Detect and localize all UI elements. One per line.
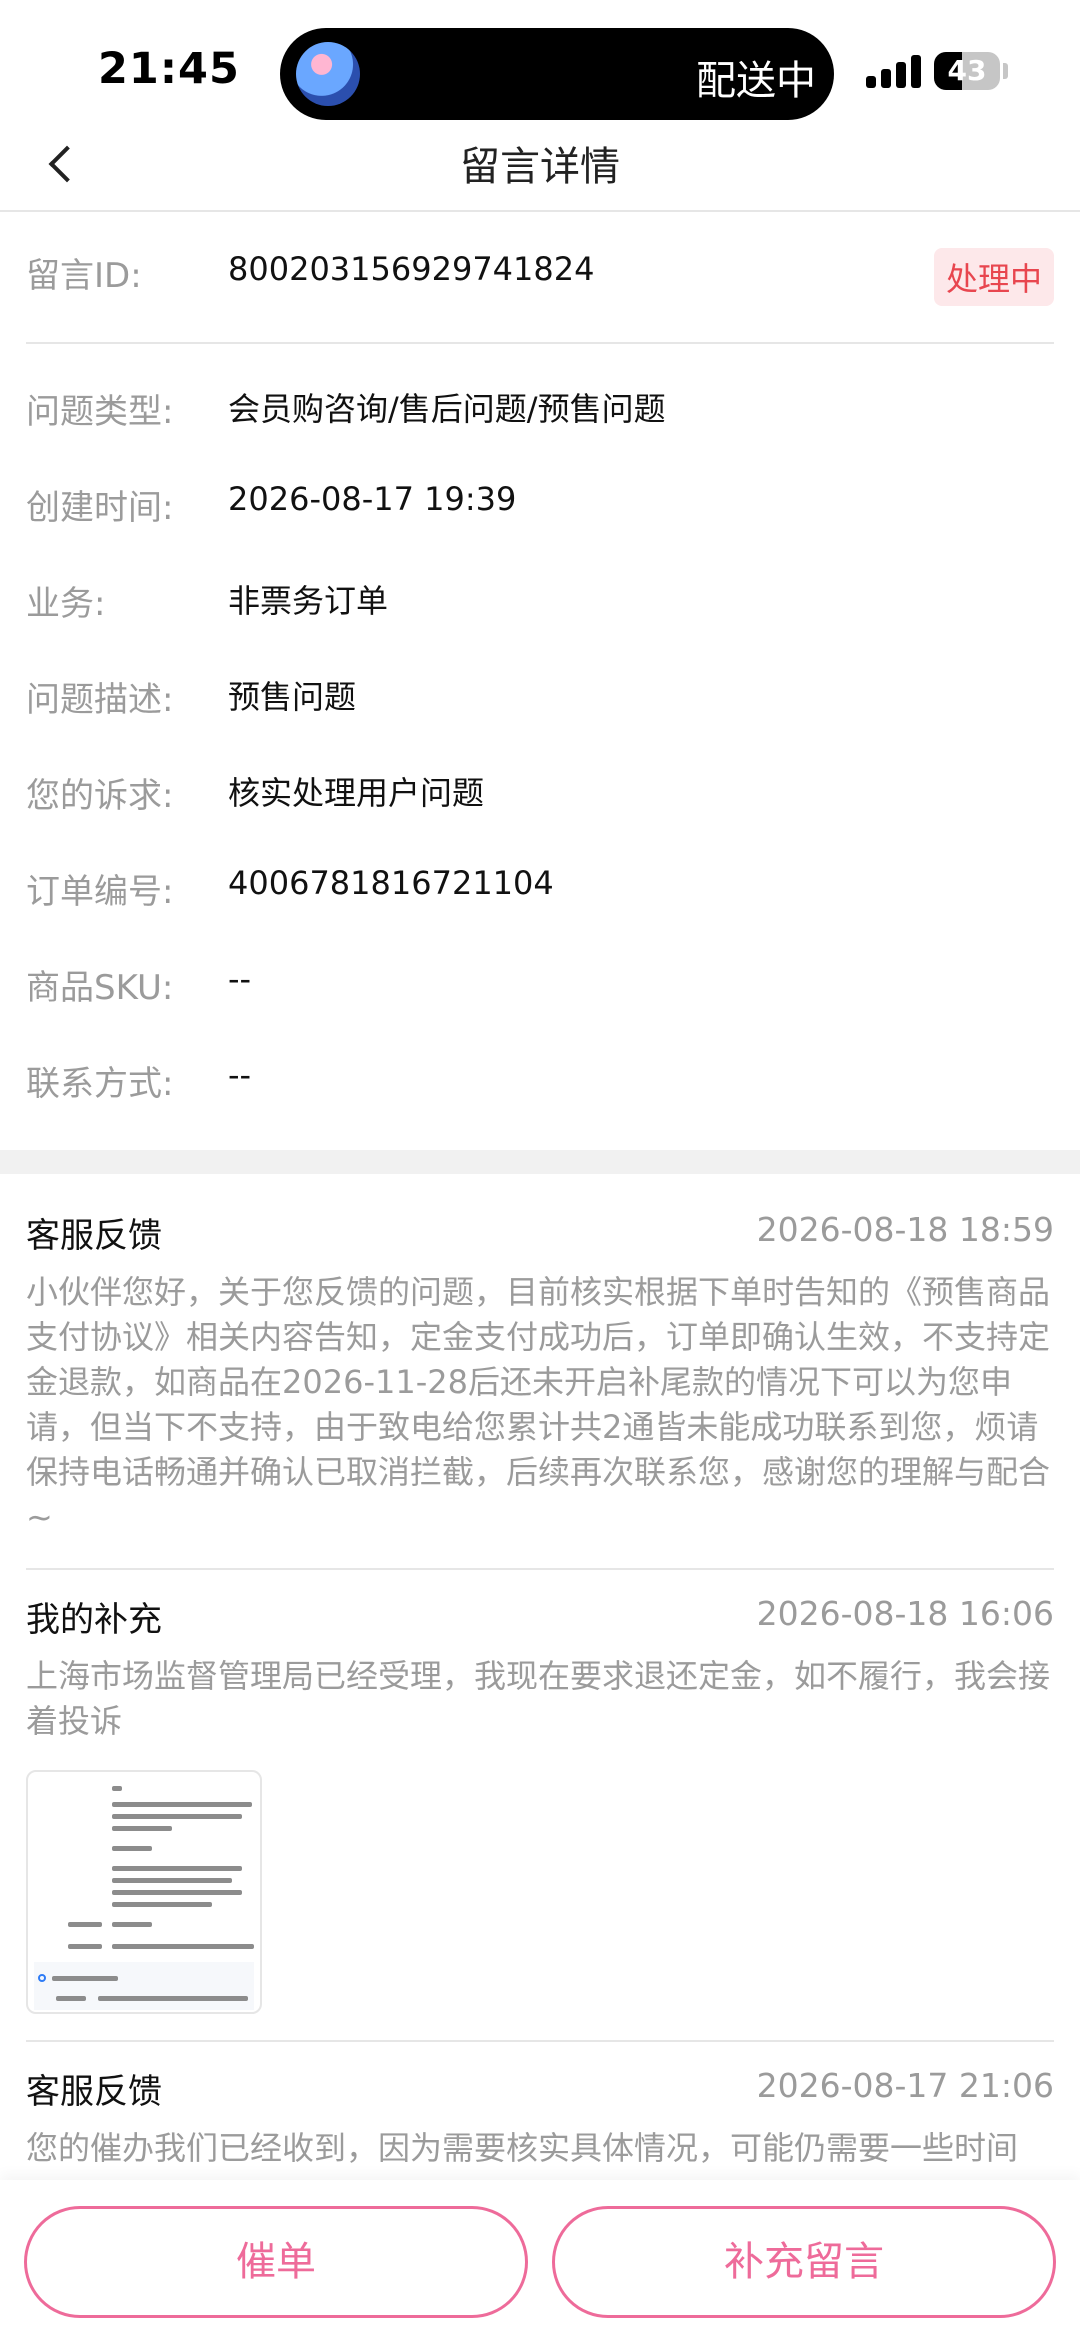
field-label: 订单编号:	[26, 872, 174, 912]
field-row: 问题类型: 会员购咨询/售后问题/预售问题	[26, 378, 1054, 438]
feedback-entry: 客服反馈 2026-08-17 21:06 您的催办我们已经收到，因为需要核实具…	[26, 2064, 1054, 2184]
field-label: 问题描述:	[26, 680, 174, 720]
attachment-thumbnail[interactable]	[26, 1770, 262, 2014]
message-id-label: 留言ID:	[26, 256, 142, 296]
divider	[26, 1568, 1054, 1570]
divider	[26, 2040, 1054, 2042]
signal-icon	[866, 52, 926, 88]
section-separator	[0, 1150, 1080, 1174]
status-bar: 21:45 配送中 43	[0, 0, 1080, 130]
field-row: 联系方式: --	[26, 1050, 1054, 1110]
field-value: 会员购咨询/售后问题/预售问题	[228, 390, 666, 428]
message-id-value: 800203156929741824	[228, 250, 595, 288]
urge-button[interactable]: 催单	[24, 2206, 528, 2318]
field-label: 您的诉求:	[26, 776, 174, 816]
message-id-row: 留言ID: 800203156929741824 处理中	[26, 240, 1054, 344]
field-label: 业务:	[26, 584, 106, 624]
feedback-entry: 客服反馈 2026-08-18 18:59 小伙伴您好，关于您反馈的问题，目前核…	[26, 1208, 1054, 1548]
feedback-time: 2026-08-18 16:06	[756, 1594, 1054, 1633]
field-row: 创建时间: 2026-08-17 19:39	[26, 474, 1054, 534]
attachment-footer	[34, 1962, 254, 2010]
feedback-title: 客服反馈	[26, 2072, 162, 2112]
field-row: 业务: 非票务订单	[26, 570, 1054, 630]
field-row: 您的诉求: 核实处理用户问题	[26, 762, 1054, 822]
field-row: 订单编号: 4006781816721104	[26, 858, 1054, 918]
field-label: 联系方式:	[26, 1064, 174, 1104]
feedback-body: 上海市场监督管理局已经受理，我现在要求退还定金，如不履行，我会接着投诉	[26, 1657, 1051, 1740]
field-value: 预售问题	[228, 678, 357, 716]
message-info-section: 留言ID: 800203156929741824 处理中 问题类型: 会员购咨询…	[0, 214, 1080, 1150]
feedback-title: 我的补充	[26, 1600, 162, 1640]
field-value: --	[228, 960, 252, 998]
battery-cap	[1003, 63, 1008, 79]
avatar-icon	[296, 42, 360, 106]
field-value: 核实处理用户问题	[228, 774, 485, 812]
bottom-action-bar: 催单 补充留言	[0, 2180, 1080, 2341]
info-dot-icon	[38, 1974, 46, 1982]
page-title: 留言详情	[460, 144, 620, 190]
nav-bar: 留言详情	[0, 120, 1080, 212]
status-badge: 处理中	[933, 248, 1054, 306]
status-time: 21:45	[98, 44, 240, 94]
feedback-body: 您的催办我们已经收到，因为需要核实具体情况，可能仍需要一些时间	[26, 2129, 1019, 2167]
feedback-body: 小伙伴您好，关于您反馈的问题，目前核实根据下单时告知的《预售商品支付协议》相关内…	[26, 1273, 1051, 1536]
live-activity-text: 配送中	[696, 58, 816, 104]
field-row: 问题描述: 预售问题	[26, 666, 1054, 726]
field-value: --	[228, 1056, 252, 1094]
field-label: 商品SKU:	[26, 968, 174, 1008]
feedback-time: 2026-08-17 21:06	[756, 2066, 1054, 2105]
field-label: 创建时间:	[26, 488, 174, 528]
field-value: 非票务订单	[228, 582, 389, 620]
feedback-entry: 我的补充 2026-08-18 16:06 上海市场监督管理局已经受理，我现在要…	[26, 1592, 1054, 1752]
battery-percent: 43	[947, 54, 987, 87]
feedback-title: 客服反馈	[26, 1216, 162, 1256]
field-row: 商品SKU: --	[26, 954, 1054, 1014]
battery-icon: 43	[934, 52, 1000, 90]
order-number[interactable]: 4006781816721104	[228, 864, 554, 902]
live-activity-pill[interactable]: 配送中	[280, 28, 834, 120]
add-supplement-button[interactable]: 补充留言	[552, 2206, 1056, 2318]
field-label: 问题类型:	[26, 392, 174, 432]
field-value: 2026-08-17 19:39	[228, 480, 517, 518]
feedback-time: 2026-08-18 18:59	[756, 1210, 1054, 1249]
